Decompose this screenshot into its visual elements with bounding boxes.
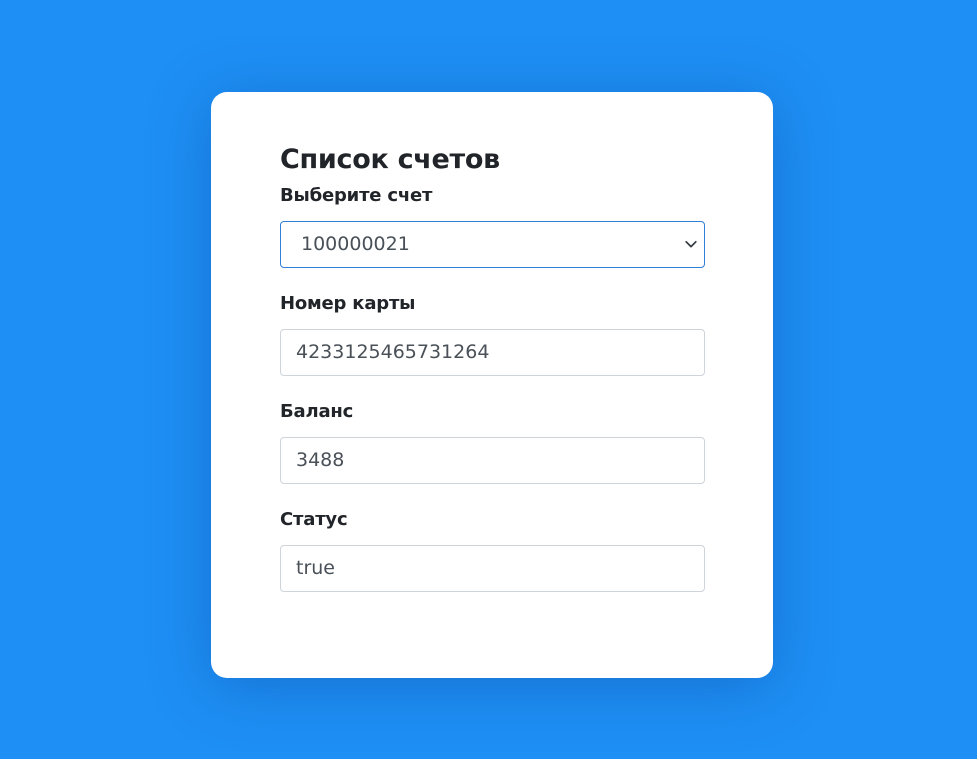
account-select-value: 100000021	[301, 233, 410, 255]
balance-label: Баланс	[280, 401, 354, 422]
balance-value: 3488	[296, 449, 345, 471]
card-number-value: 4233125465731264	[296, 341, 490, 363]
card-number-field[interactable]: 4233125465731264	[280, 329, 705, 376]
chevron-down-icon	[685, 240, 697, 248]
account-select-label: Выберите счет	[280, 185, 433, 206]
page: { "title": "Список счетов", "account_sel…	[0, 0, 977, 759]
account-select[interactable]: 100000021	[280, 221, 705, 268]
accounts-card: Список счетов Выберите счет 100000021 Но…	[211, 92, 773, 678]
status-field[interactable]: true	[280, 545, 705, 592]
balance-field[interactable]: 3488	[280, 437, 705, 484]
card-number-label: Номер карты	[280, 293, 416, 314]
status-value: true	[296, 557, 335, 579]
page-title: Список счетов	[280, 144, 500, 175]
status-label: Статус	[280, 509, 348, 530]
